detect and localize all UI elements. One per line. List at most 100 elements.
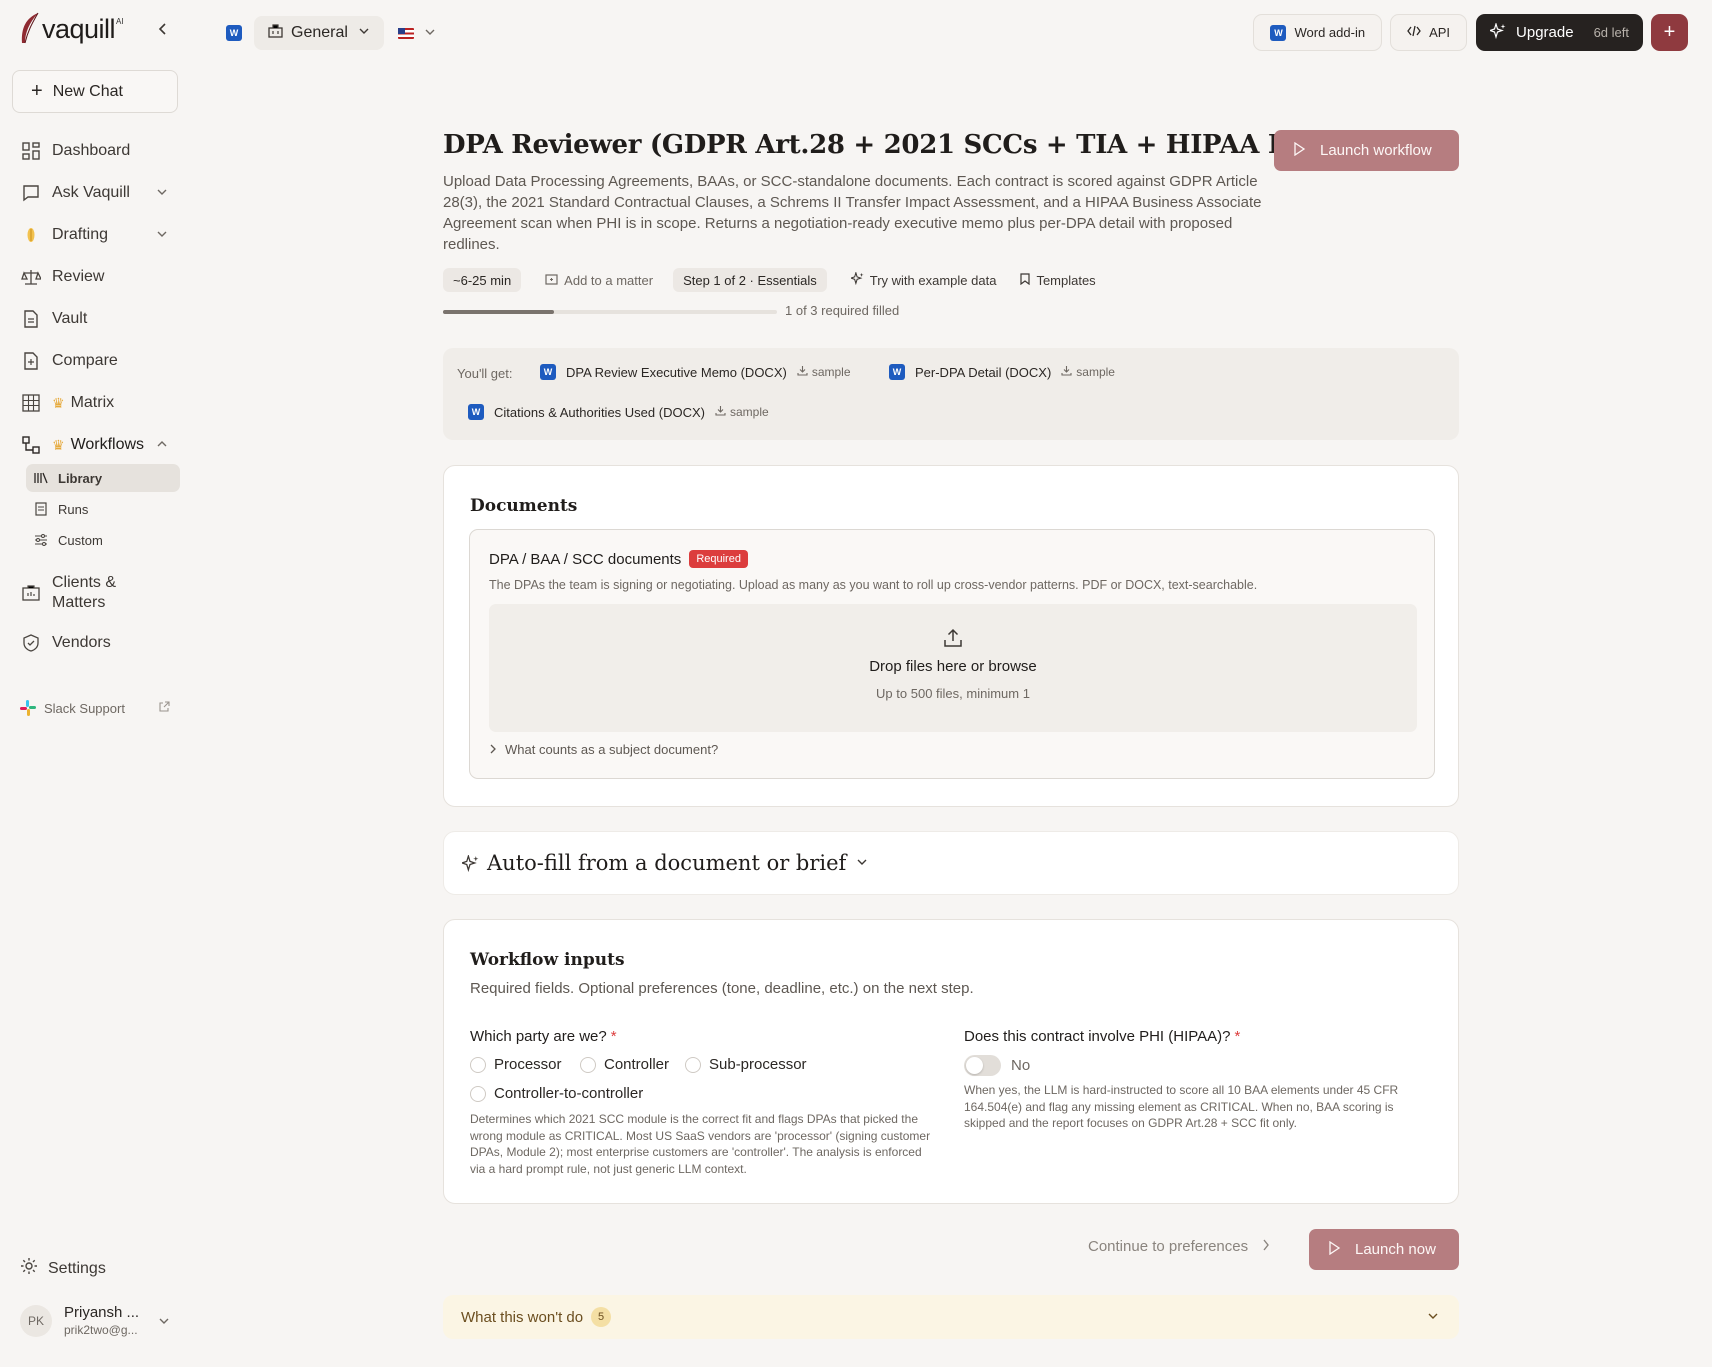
api-label: API <box>1429 25 1451 40</box>
slack-support-link[interactable]: Slack Support <box>20 700 170 716</box>
subject-document-faq[interactable]: What counts as a subject document? <box>489 742 718 757</box>
sidebar-item-label: Drafting <box>52 226 109 243</box>
sparkle-icon <box>1488 21 1506 43</box>
settings-link[interactable]: Settings <box>20 1257 106 1280</box>
add-to-matter-label: Add to a matter <box>564 272 654 288</box>
sparkle-icon <box>849 270 864 288</box>
phi-switch[interactable] <box>964 1055 1001 1076</box>
sidebar-item-label: Ask Vaquill <box>52 184 130 201</box>
sidebar-item-compare[interactable]: Compare <box>20 347 180 375</box>
radio-label: Controller-to-controller <box>494 1085 644 1102</box>
chat-icon <box>20 182 42 204</box>
radio-controller[interactable]: Controller <box>580 1056 669 1073</box>
sample-download-link[interactable]: sample <box>715 405 769 419</box>
file-dropzone[interactable]: Drop files here or browse Up to 500 file… <box>489 604 1417 732</box>
limitations-panel[interactable]: What this won't do 5 <box>443 1295 1459 1339</box>
templates-label: Templates <box>1036 272 1096 288</box>
sample-download-link[interactable]: sample <box>797 365 851 379</box>
party-field-label: Which party are we? * <box>470 1028 617 1045</box>
sidebar-item-vendors[interactable]: Vendors <box>20 629 180 657</box>
play-icon <box>1327 1240 1341 1259</box>
sidebar-sub-library[interactable]: Library <box>26 464 180 492</box>
chevron-down-icon[interactable] <box>158 1314 170 1331</box>
sidebar-item-label: Vault <box>52 310 88 327</box>
try-example-button[interactable]: Try with example data <box>849 270 997 288</box>
scale-icon <box>20 266 42 288</box>
deliverables-label: You'll get: <box>457 366 513 381</box>
sidebar-sub-label: Runs <box>58 501 89 517</box>
word-icon: W <box>468 404 484 420</box>
phi-label-text: Does this contract involve PHI (HIPAA)? <box>964 1028 1231 1045</box>
sample-download-link[interactable]: sample <box>1061 365 1115 379</box>
workspace-selector[interactable]: General <box>254 16 384 50</box>
phi-value: No <box>1011 1057 1031 1074</box>
sidebar: vaquill AI + New Chat Dashboard Ask Vaqu… <box>0 0 190 1367</box>
upgrade-button[interactable]: Upgrade 6d left <box>1476 14 1643 51</box>
word-icon[interactable]: W <box>226 25 242 41</box>
sliders-icon <box>34 534 50 546</box>
workflow-description: Upload Data Processing Agreements, BAAs,… <box>443 173 1262 253</box>
document-icon <box>20 308 42 330</box>
sidebar-item-workflows[interactable]: ♛ Workflows <box>20 431 180 459</box>
table-icon <box>20 392 42 414</box>
sidebar-sub-runs[interactable]: Runs <box>26 495 180 523</box>
workflow-meta: ~6-25 min Add to a matter Step 1 of 2 · … <box>443 268 1096 292</box>
sidebar-item-drafting[interactable]: Drafting <box>20 221 180 249</box>
continue-to-preferences-button[interactable]: Continue to preferences <box>1088 1238 1270 1255</box>
sidebar-item-label: Vendors <box>52 634 111 651</box>
sidebar-item-vault[interactable]: Vault <box>20 305 180 333</box>
launch-now-button[interactable]: Launch now <box>1309 1229 1459 1270</box>
chevron-down-icon[interactable] <box>156 185 168 203</box>
autofill-title: Auto-fill from a document or brief <box>487 851 847 875</box>
sample-label: sample <box>1076 365 1115 379</box>
sidebar-item-label: Review <box>52 268 105 285</box>
phi-field-label: Does this contract involve PHI (HIPAA)? * <box>964 1028 1240 1045</box>
chevron-down-icon <box>358 24 370 42</box>
deliverable-name: Citations & Authorities Used (DOCX) <box>494 404 705 420</box>
sidebar-item-matrix[interactable]: ♛ Matrix <box>20 389 180 417</box>
radio-label: Processor <box>494 1056 562 1073</box>
radio-processor[interactable]: Processor <box>470 1056 562 1073</box>
word-icon: W <box>889 364 905 380</box>
logo[interactable]: vaquill AI <box>18 12 124 46</box>
party-help: Determines which 2021 SCC module is the … <box>470 1112 931 1176</box>
templates-button[interactable]: Templates <box>1020 272 1096 288</box>
new-chat-button[interactable]: + New Chat <box>12 70 178 113</box>
autofill-section[interactable]: Auto-fill from a document or brief <box>443 831 1459 895</box>
add-to-matter-button[interactable]: Add to a matter <box>545 273 653 288</box>
compare-icon <box>20 350 42 372</box>
sidebar-sub-custom[interactable]: Custom <box>26 526 180 554</box>
api-button[interactable]: API <box>1390 14 1468 51</box>
documents-field-header: DPA / BAA / SCC documents Required <box>489 550 748 568</box>
download-icon <box>715 405 726 419</box>
required-star: * <box>610 1028 617 1045</box>
required-progress-fill <box>443 310 555 314</box>
documents-field-label: DPA / BAA / SCC documents <box>489 550 682 568</box>
step-chip: Step 1 of 2 · Essentials <box>673 268 827 292</box>
word-addin-button[interactable]: W Word add-in <box>1253 14 1383 51</box>
grid-icon <box>20 140 42 162</box>
chevron-up-icon[interactable] <box>156 437 168 455</box>
sidebar-item-label: Workflows <box>70 436 145 453</box>
collapse-sidebar-button[interactable] <box>154 20 172 38</box>
locale-selector[interactable] <box>397 25 436 42</box>
radio-circle <box>580 1056 596 1073</box>
try-example-label: Try with example data <box>869 272 997 288</box>
user-menu[interactable]: PK Priyansh ... prik2two@g... <box>20 1304 170 1337</box>
pen-icon <box>20 224 42 246</box>
workflow-inputs-card: Workflow inputs Required fields. Optiona… <box>443 919 1459 1204</box>
phi-toggle[interactable]: No <box>964 1055 1030 1076</box>
chevron-down-icon[interactable] <box>156 227 168 245</box>
sidebar-item-ask-vaquill[interactable]: Ask Vaquill <box>20 179 180 207</box>
crown-icon: ♛ <box>52 394 65 411</box>
radio-controller-to-controller[interactable]: Controller-to-controller <box>470 1085 643 1102</box>
user-email: prik2two@g... <box>64 1323 138 1337</box>
radio-sub-processor[interactable]: Sub-processor <box>685 1056 807 1073</box>
sidebar-sub-label: Library <box>58 470 103 486</box>
launch-workflow-button[interactable]: Launch workflow <box>1274 130 1459 171</box>
sidebar-item-review[interactable]: Review <box>20 263 180 291</box>
sidebar-item-clients-matters[interactable]: Clients & Matters <box>20 571 180 615</box>
plus-button[interactable]: + <box>1651 14 1688 51</box>
us-flag-icon <box>397 27 414 39</box>
sidebar-item-dashboard[interactable]: Dashboard <box>20 137 180 165</box>
